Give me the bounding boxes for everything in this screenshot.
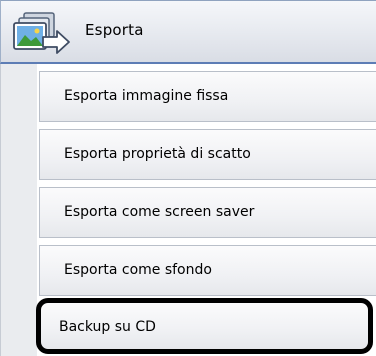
export-panel: Esporta Esporta immagine fissa Esporta p…: [0, 0, 376, 356]
menu-item-export-shooting-properties[interactable]: Esporta proprietà di scatto: [39, 129, 376, 180]
header-title: Esporta: [85, 21, 144, 39]
menu-item-label: Esporta come screen saver: [64, 204, 255, 220]
menu-item-label: Backup su CD: [59, 319, 156, 335]
menu-item-export-still-image[interactable]: Esporta immagine fissa: [39, 71, 376, 122]
menu-item-export-screen-saver[interactable]: Esporta come screen saver: [39, 187, 376, 238]
menu-item-label: Esporta immagine fissa: [64, 88, 229, 104]
export-photos-icon: [13, 11, 71, 57]
export-section-header[interactable]: Esporta: [0, 0, 376, 64]
menu-indent-strip: [0, 64, 37, 356]
menu-item-backup-cd[interactable]: Backup su CD: [36, 298, 373, 354]
menu-item-export-wallpaper[interactable]: Esporta come sfondo: [39, 245, 376, 296]
menu-item-label: Esporta proprietà di scatto: [64, 146, 251, 162]
menu-item-label: Esporta come sfondo: [64, 262, 212, 278]
